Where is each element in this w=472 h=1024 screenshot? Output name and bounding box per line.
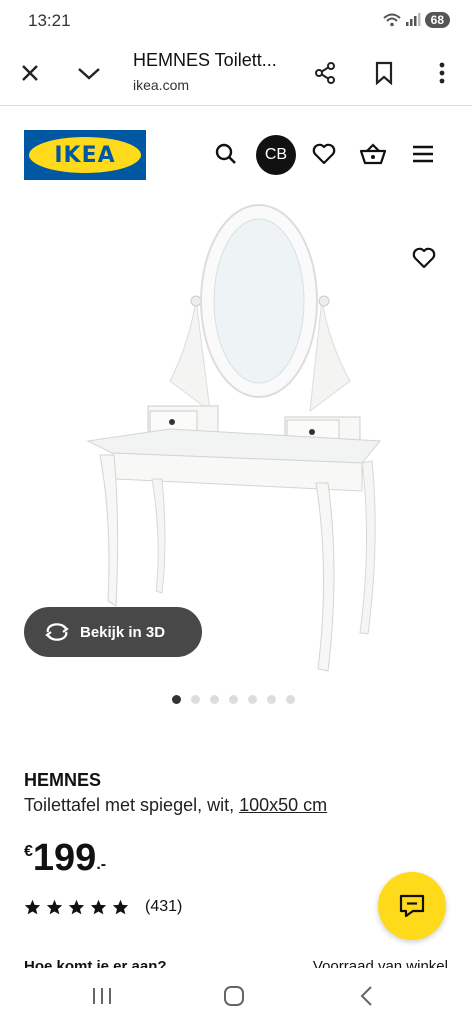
site-header: IKEA CB (0, 106, 472, 201)
pagination-dot[interactable] (267, 695, 276, 704)
search-button[interactable] (212, 140, 240, 168)
view-in-3d-label: Bekijk in 3D (80, 623, 166, 641)
pagination-dot[interactable] (286, 695, 295, 704)
pagination-dot[interactable] (191, 695, 200, 704)
pagination-dot[interactable] (172, 695, 181, 704)
battery-icon: 68 (424, 12, 450, 28)
star-icon (90, 899, 107, 915)
pagination-dot[interactable] (229, 695, 238, 704)
signal-icon (405, 13, 421, 26)
back-chevron-icon (360, 986, 372, 1006)
recent-apps-button[interactable] (88, 982, 116, 1010)
more-options-button[interactable] (429, 60, 455, 86)
rating-stars (24, 899, 129, 915)
product-gallery[interactable]: Bekijk in 3D (0, 201, 472, 726)
heart-icon (412, 247, 436, 269)
bookmark-button[interactable] (371, 60, 397, 86)
bookmark-icon (375, 61, 393, 85)
product-price: € 199 .- (24, 838, 106, 878)
close-icon (22, 65, 38, 81)
wishlist-button[interactable] (310, 140, 338, 168)
product-size-link[interactable]: 100x50 cm (239, 795, 327, 815)
chat-button[interactable] (378, 872, 446, 940)
product-description: Toilettafel met spiegel, wit, 100x50 cm (24, 795, 327, 816)
status-bar: 13:21 68 (0, 0, 472, 42)
more-vertical-icon (439, 62, 445, 84)
delivery-heading: Hoe komt je er aan? (24, 958, 167, 968)
star-icon (46, 899, 63, 915)
image-pagination (172, 695, 295, 704)
heart-icon (312, 143, 336, 165)
product-description-text: Toilettafel met spiegel, wit, (24, 795, 240, 815)
system-navigation-bar (0, 968, 472, 1024)
pagination-dot[interactable] (210, 695, 219, 704)
star-icon (112, 899, 129, 915)
browser-url[interactable]: ikea.com (133, 77, 189, 93)
share-button[interactable] (312, 60, 338, 86)
wifi-icon (382, 13, 401, 27)
store-stock-link[interactable]: Voorraad van winkel (313, 958, 448, 968)
chat-icon (399, 894, 425, 918)
menu-button[interactable] (409, 140, 437, 168)
home-icon (224, 986, 244, 1006)
browser-toolbar: HEMNES Toilett... ikea.com (0, 42, 472, 106)
price-suffix: .- (96, 856, 107, 873)
ikea-logo[interactable]: IKEA (24, 130, 146, 180)
status-time: 13:21 (28, 11, 71, 30)
close-tab-button[interactable] (17, 60, 43, 86)
price-amount: 199 (32, 837, 97, 879)
recent-apps-icon (93, 988, 111, 1004)
star-icon (68, 899, 85, 915)
cart-icon (359, 143, 387, 165)
back-button[interactable] (352, 982, 380, 1010)
view-in-3d-button[interactable]: Bekijk in 3D (24, 607, 202, 657)
home-button[interactable] (220, 982, 248, 1010)
collapse-button[interactable] (76, 60, 102, 86)
account-avatar[interactable]: CB (256, 135, 296, 175)
product-rating[interactable]: (431) (24, 898, 182, 916)
logo-text: IKEA (54, 142, 116, 168)
product-name: HEMNES (24, 770, 102, 790)
delivery-section-header: Hoe komt je er aan? Voorraad van winkel (24, 958, 448, 968)
browser-page-title: HEMNES Toilett... (133, 50, 277, 70)
review-count: (431) (145, 898, 183, 915)
cart-button[interactable] (359, 140, 387, 168)
price-currency: € (24, 843, 33, 860)
pagination-dot[interactable] (248, 695, 257, 704)
search-icon (215, 143, 236, 164)
hamburger-menu-icon (413, 145, 433, 163)
chevron-down-icon (78, 68, 100, 80)
status-icons: 68 (382, 12, 450, 28)
star-icon (24, 899, 41, 915)
rotate-3d-icon (45, 623, 69, 641)
share-icon (315, 62, 335, 84)
add-to-wishlist-button[interactable] (410, 244, 438, 272)
